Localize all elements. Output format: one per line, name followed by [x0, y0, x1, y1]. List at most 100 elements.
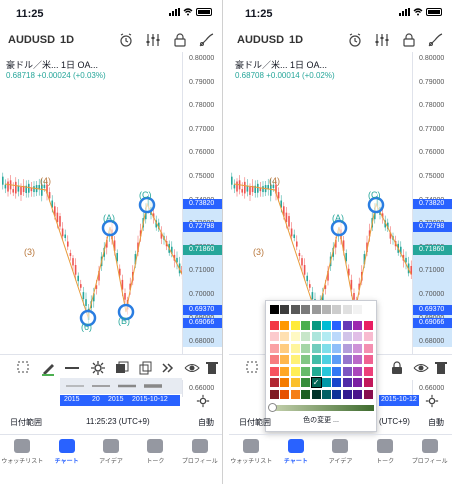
indicators-icon[interactable]	[374, 32, 390, 48]
color-swatch[interactable]	[353, 355, 363, 364]
color-swatch[interactable]	[280, 355, 290, 364]
color-swatch[interactable]	[301, 343, 311, 353]
color-swatch[interactable]	[353, 389, 363, 399]
layers-icon[interactable]	[114, 360, 130, 376]
color-swatch[interactable]	[353, 320, 363, 330]
color-swatch[interactable]	[311, 343, 321, 353]
lock-icon[interactable]	[389, 360, 405, 376]
color-swatch[interactable]	[290, 305, 300, 314]
interval-button[interactable]: 1D	[60, 34, 74, 46]
color-swatch[interactable]	[342, 366, 352, 376]
color-swatch[interactable]	[322, 378, 331, 387]
color-swatch[interactable]	[280, 343, 290, 353]
color-swatch[interactable]	[342, 378, 352, 387]
color-swatch[interactable]	[311, 355, 321, 364]
color-swatch[interactable]	[322, 305, 331, 314]
color-swatch[interactable]	[342, 389, 352, 399]
lock-icon[interactable]	[172, 32, 188, 48]
auto-scale-button[interactable]: 自動	[198, 417, 214, 428]
color-swatch[interactable]	[332, 366, 342, 376]
color-swatch[interactable]	[311, 332, 321, 341]
color-swatch[interactable]	[353, 343, 363, 353]
color-swatch[interactable]	[290, 378, 300, 387]
color-swatch[interactable]	[332, 332, 342, 341]
color-swatch[interactable]	[290, 343, 300, 353]
color-swatch[interactable]	[301, 305, 311, 314]
color-swatch[interactable]	[322, 366, 331, 376]
opacity-slider-handle[interactable]	[268, 403, 277, 412]
color-swatch[interactable]	[270, 355, 279, 364]
visibility-icon[interactable]	[184, 360, 200, 376]
price-axis[interactable]: 0.80000 0.79000 0.78000 0.77000 0.76000 0.750…	[412, 52, 452, 397]
price-axis[interactable]: 0.80000 0.79000 0.78000 0.77000 0.76000 0.750…	[182, 52, 222, 397]
color-swatch[interactable]	[290, 366, 300, 376]
color-swatch[interactable]	[363, 320, 373, 330]
color-swatch[interactable]	[342, 320, 352, 330]
interval-button[interactable]: 1D	[289, 34, 303, 46]
color-swatch[interactable]	[363, 389, 373, 399]
color-swatch[interactable]	[363, 332, 373, 341]
select-tool-icon[interactable]	[16, 360, 32, 376]
color-swatch[interactable]	[270, 378, 279, 387]
color-swatch[interactable]	[301, 332, 311, 341]
date-range-button[interactable]: 日付範囲	[10, 417, 42, 428]
color-swatch[interactable]	[342, 355, 352, 364]
tab-profile[interactable]: プロフィール	[178, 435, 222, 484]
alarm-icon[interactable]	[347, 32, 363, 48]
color-swatch[interactable]	[270, 343, 279, 353]
color-swatch[interactable]	[301, 389, 311, 399]
tab-talk[interactable]: トーク	[133, 435, 177, 484]
line-thickness-picker[interactable]	[60, 378, 182, 394]
color-swatch[interactable]	[270, 305, 279, 314]
indicators-icon[interactable]	[145, 32, 161, 48]
selected-color-swatch[interactable]: ✓	[310, 377, 322, 388]
more-icon[interactable]	[160, 360, 176, 376]
color-swatch[interactable]	[342, 305, 352, 314]
settings-icon[interactable]	[90, 360, 106, 376]
color-swatch[interactable]	[290, 355, 300, 364]
color-swatch[interactable]	[311, 320, 321, 330]
color-swatch[interactable]	[322, 332, 331, 341]
color-swatch[interactable]	[353, 378, 363, 387]
color-swatch[interactable]	[280, 366, 290, 376]
color-swatch[interactable]	[322, 343, 331, 353]
color-swatch[interactable]	[290, 332, 300, 341]
pencil-icon[interactable]	[40, 360, 56, 376]
tab-chart[interactable]: チャート	[274, 435, 319, 484]
trash-icon[interactable]	[433, 360, 449, 376]
trash-icon[interactable]	[204, 360, 220, 376]
auto-scale-button[interactable]: 自動	[428, 417, 444, 428]
color-swatch[interactable]	[301, 378, 311, 387]
clone-icon[interactable]	[138, 360, 154, 376]
opacity-slider[interactable]	[270, 405, 374, 411]
color-swatch[interactable]	[353, 366, 363, 376]
axis-settings-icon[interactable]	[425, 394, 439, 408]
color-swatch[interactable]	[332, 389, 342, 399]
color-swatch[interactable]	[342, 332, 352, 341]
color-swatch[interactable]	[363, 378, 373, 387]
symbol-button[interactable]: AUDUSD	[237, 34, 284, 46]
color-swatch[interactable]	[363, 343, 373, 353]
drawing-tool-icon[interactable]	[198, 32, 214, 48]
color-swatch[interactable]	[332, 305, 342, 314]
tab-ideas[interactable]: アイデア	[89, 435, 133, 484]
color-swatch[interactable]	[332, 355, 342, 364]
color-swatch[interactable]	[270, 320, 279, 330]
tab-ideas[interactable]: アイデア	[318, 435, 363, 484]
date-range-button[interactable]: 日付範囲	[239, 417, 271, 428]
symbol-button[interactable]: AUDUSD	[8, 34, 55, 46]
timezone-clock[interactable]: 11:25:23 (UTC+9)	[86, 417, 150, 426]
color-swatch[interactable]	[270, 366, 279, 376]
color-swatch[interactable]	[363, 355, 373, 364]
color-swatch[interactable]	[322, 320, 331, 330]
alarm-icon[interactable]	[118, 32, 134, 48]
color-swatch[interactable]	[332, 343, 342, 353]
color-swatch[interactable]	[280, 305, 290, 314]
select-tool-icon[interactable]	[245, 360, 261, 376]
color-swatch[interactable]	[363, 305, 373, 314]
color-swatch[interactable]	[280, 332, 290, 341]
color-swatch[interactable]	[301, 320, 311, 330]
tab-chart[interactable]: チャート	[44, 435, 88, 484]
lock-icon[interactable]	[401, 32, 417, 48]
color-swatch[interactable]	[280, 320, 290, 330]
